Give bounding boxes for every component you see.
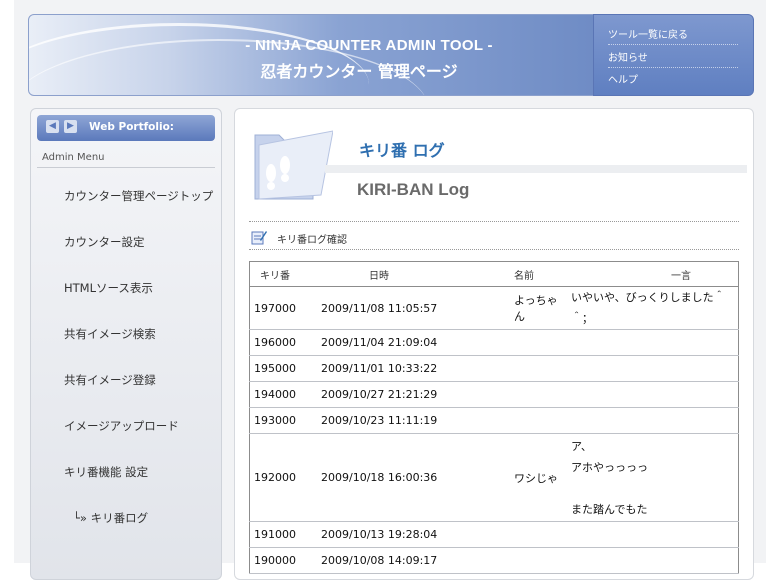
- cell-datetime: 2009/11/04 21:09:04: [317, 329, 510, 356]
- kiriban-log-table: キリ番 日時 名前 一言 197000 2009/11/08 11:05:57 …: [249, 261, 739, 574]
- sidebar-item-counter-top[interactable]: カウンター管理ページトップ: [64, 188, 213, 204]
- cell-number: 197000: [249, 286, 317, 330]
- news-link[interactable]: お知らせ: [608, 49, 738, 68]
- cell-number: 194000: [249, 381, 317, 408]
- column-header-name: 名前: [510, 261, 567, 287]
- sidebar-item-image-upload[interactable]: イメージアップロード: [64, 418, 179, 434]
- header-menu: ツール一覧に戻る お知らせ ヘルプ: [593, 14, 754, 96]
- comment-line: アホやっっっっ: [571, 460, 648, 474]
- sidebar-title: Web Portfolio:: [89, 121, 174, 133]
- sidebar-header: ◀ ▶ Web Portfolio:: [37, 115, 215, 141]
- arrow-right-icon[interactable]: ▶: [64, 120, 77, 133]
- comment-line: [571, 478, 738, 499]
- table-row: 194000 2009/10/27 21:21:29: [249, 381, 739, 408]
- sidebar-item-html-source[interactable]: HTMLソース表示: [64, 280, 153, 296]
- cell-comment: [567, 547, 739, 574]
- sidebar-item-kiriban-settings[interactable]: キリ番機能 設定: [64, 464, 148, 480]
- cell-comment: [567, 329, 739, 356]
- divider: [249, 249, 739, 250]
- column-header-comment: 一言: [567, 261, 739, 287]
- cell-name: [510, 521, 567, 548]
- cell-comment: ア、 アホやっっっっ また踏んでもた: [567, 433, 739, 522]
- cell-datetime: 2009/11/01 10:33:22: [317, 355, 510, 382]
- sidebar-item-shared-image-register[interactable]: 共有イメージ登録: [64, 372, 156, 388]
- page-title-en: KIRI-BAN Log: [357, 180, 470, 199]
- cell-number: 193000: [249, 407, 317, 434]
- column-header-datetime: 日時: [317, 261, 510, 287]
- sidebar-subtitle: Admin Menu: [42, 152, 105, 163]
- folder-footprint-icon: [254, 130, 333, 200]
- section-title: キリ番ログ確認: [277, 235, 347, 246]
- sidebar: ◀ ▶ Web Portfolio: Admin Menu カウンター管理ページ…: [30, 108, 222, 580]
- cell-comment: いやいや、びっくりしました＾＾；: [567, 286, 739, 330]
- table-row: 195000 2009/11/01 10:33:22: [249, 355, 739, 382]
- page-title-jp: キリ番 ログ: [359, 141, 445, 160]
- cell-name: [510, 407, 567, 434]
- cell-number: 191000: [249, 521, 317, 548]
- table-row: 193000 2009/10/23 11:11:19: [249, 407, 739, 434]
- cell-name: [510, 381, 567, 408]
- cell-number: 195000: [249, 355, 317, 382]
- cell-datetime: 2009/10/08 14:09:17: [317, 547, 510, 574]
- table-row: 197000 2009/11/08 11:05:57 よっちゃん いやいや、びっ…: [249, 286, 739, 330]
- divider: [249, 221, 739, 222]
- table-header-row: キリ番 日時 名前 一言: [249, 261, 739, 287]
- column-header-number: キリ番: [249, 261, 317, 287]
- cell-comment: [567, 521, 739, 548]
- app-title-en: - NINJA COUNTER ADMIN TOOL -: [245, 37, 493, 54]
- cell-comment: [567, 407, 739, 434]
- cell-datetime: 2009/10/18 16:00:36: [317, 433, 510, 522]
- divider: [37, 167, 215, 168]
- cell-datetime: 2009/10/13 19:28:04: [317, 521, 510, 548]
- table-row: 190000 2009/10/08 14:09:17: [249, 547, 739, 574]
- sidebar-item-shared-image-search[interactable]: 共有イメージ検索: [64, 326, 156, 342]
- table-row: 196000 2009/11/04 21:09:04: [249, 329, 739, 356]
- cell-name: よっちゃん: [510, 286, 567, 330]
- cell-name: ワシじゃ: [510, 433, 567, 522]
- main-panel: キリ番 ログ KIRI-BAN Log キリ番ログ確認 キリ番 日時 名前 一言…: [234, 108, 754, 580]
- app-title-jp: 忍者カウンター 管理ページ: [260, 62, 458, 81]
- cell-number: 192000: [249, 433, 317, 522]
- cell-name: [510, 355, 567, 382]
- sidebar-item-kiriban-log[interactable]: └» キリ番ログ: [73, 510, 148, 526]
- cell-number: 196000: [249, 329, 317, 356]
- back-to-tools-link[interactable]: ツール一覧に戻る: [608, 26, 738, 45]
- sidebar-item-counter-settings[interactable]: カウンター設定: [64, 234, 145, 250]
- cell-name: [510, 547, 567, 574]
- edit-note-icon: [251, 231, 267, 245]
- arrow-left-icon[interactable]: ◀: [46, 120, 59, 133]
- comment-line: また踏んでもた: [571, 502, 648, 516]
- comment-line: ア、: [571, 439, 592, 453]
- cell-number: 190000: [249, 547, 317, 574]
- table-row: 191000 2009/10/13 19:28:04: [249, 521, 739, 548]
- cell-name: [510, 329, 567, 356]
- cell-datetime: 2009/10/27 21:21:29: [317, 381, 510, 408]
- cell-datetime: 2009/11/08 11:05:57: [317, 286, 510, 330]
- table-row: 192000 2009/10/18 16:00:36 ワシじゃ ア、 アホやっっ…: [249, 433, 739, 522]
- header-banner: - NINJA COUNTER ADMIN TOOL - 忍者カウンター 管理ペ…: [28, 14, 594, 96]
- title-underline-bar: [325, 165, 747, 173]
- comment-line: いやいや、びっくりしました＾＾；: [571, 291, 725, 325]
- cell-comment: [567, 355, 739, 382]
- help-link[interactable]: ヘルプ: [608, 71, 738, 89]
- cell-comment: [567, 381, 739, 408]
- cell-datetime: 2009/10/23 11:11:19: [317, 407, 510, 434]
